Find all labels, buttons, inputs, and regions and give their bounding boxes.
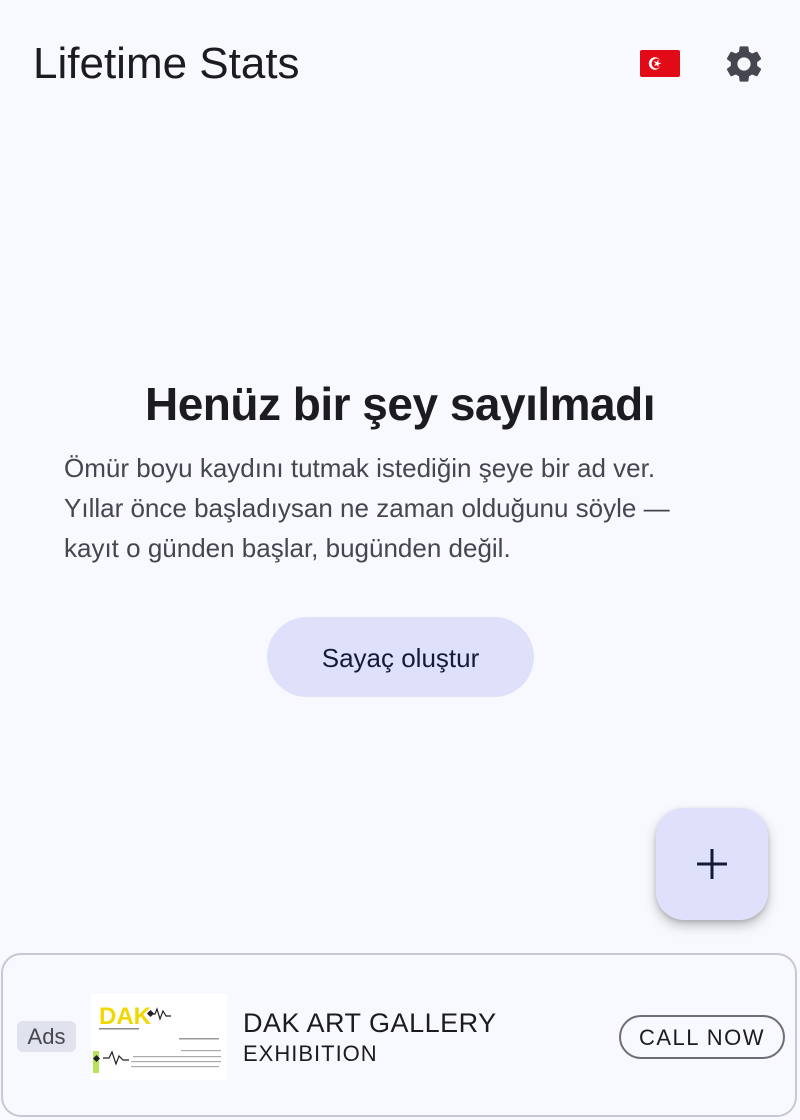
- empty-state-line: Yıllar önce başladıysan ne zaman olduğun…: [64, 493, 670, 523]
- svg-text:DAK: DAK: [99, 1003, 152, 1030]
- ad-banner[interactable]: Ads DAK DAK ART GALLERY EXHIBITION CALL …: [1, 953, 797, 1117]
- empty-state: Henüz bir şey sayılmadı Ömür boyu kaydın…: [0, 372, 800, 563]
- ad-thumbnail-image[interactable]: DAK: [91, 994, 227, 1080]
- empty-state-title: Henüz bir şey sayılmadı: [144, 378, 656, 430]
- page-title: Lifetime Stats: [33, 39, 300, 88]
- empty-state-line: Ömür boyu kaydını tutmak istediğin şeye …: [64, 453, 656, 483]
- create-counter-button[interactable]: Sayaç oluştur: [267, 617, 534, 697]
- ad-title: DAK ART GALLERY: [243, 1008, 497, 1038]
- settings-gear-icon[interactable]: [722, 42, 766, 86]
- ad-subtitle: EXHIBITION: [243, 1041, 378, 1066]
- turkey-flag-icon[interactable]: [640, 50, 680, 77]
- empty-state-line: kayıt o günden başlar, bugünden değil.: [64, 533, 511, 563]
- empty-state-description: Ömür boyu kaydını tutmak istediğin şeye …: [64, 448, 754, 568]
- app-root: Lifetime Stats Henüz bir şey sayılmadı Ö…: [0, 0, 800, 1120]
- ad-call-now-button[interactable]: CALL NOW: [619, 1015, 785, 1059]
- ad-badge: Ads: [17, 1021, 76, 1052]
- plus-icon: [697, 849, 727, 879]
- top-app-bar: Lifetime Stats: [0, 0, 800, 128]
- add-counter-fab[interactable]: [656, 808, 768, 920]
